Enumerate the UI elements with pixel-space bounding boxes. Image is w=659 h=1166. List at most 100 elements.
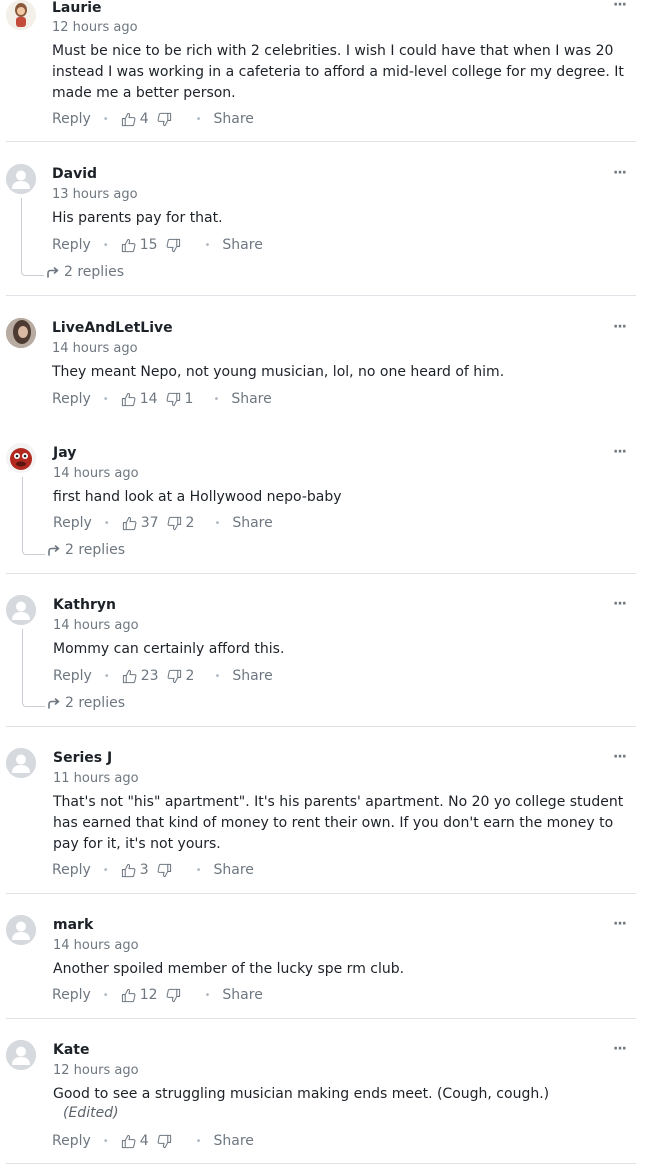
thumbs-down-icon: [167, 669, 181, 683]
thumbs-up-button[interactable]: 23: [122, 668, 167, 684]
separator-dot: •: [214, 517, 221, 529]
thread-line: [22, 477, 45, 555]
reply-button[interactable]: Reply: [52, 987, 91, 1003]
separator-dot: •: [102, 239, 109, 251]
thumbs-down-button[interactable]: [166, 988, 193, 1003]
default-user-icon: [6, 1040, 36, 1070]
separator-dot: •: [204, 239, 211, 251]
default-user-icon: [6, 595, 36, 625]
separator-dot: •: [204, 989, 211, 1001]
avatar[interactable]: [6, 748, 36, 778]
separator-dot: •: [102, 864, 109, 876]
comment-actions: Reply • 14 1 • Share: [52, 389, 272, 409]
reply-button[interactable]: Reply: [53, 515, 92, 531]
thumbs-up-button[interactable]: 3: [121, 862, 157, 878]
more-options-icon[interactable]: ···: [613, 596, 627, 612]
share-button[interactable]: Share: [232, 515, 272, 531]
share-button[interactable]: Share: [214, 111, 254, 127]
thumbs-up-button[interactable]: 14: [121, 391, 166, 407]
reply-button[interactable]: Reply: [52, 862, 91, 878]
reply-button[interactable]: Reply: [52, 237, 91, 253]
reply-button[interactable]: Reply: [52, 111, 91, 127]
default-user-icon: [6, 748, 36, 778]
view-replies-button[interactable]: 2 replies: [48, 695, 125, 711]
comment-author[interactable]: Jay: [53, 445, 76, 461]
comment-text: first hand look at a Hollywood nepo-baby: [53, 489, 342, 505]
comment-author[interactable]: mark: [53, 917, 93, 933]
more-options-icon[interactable]: ···: [613, 749, 627, 765]
share-button[interactable]: Share: [214, 862, 254, 878]
thumbs-down-button[interactable]: 1: [166, 391, 202, 407]
thumbs-down-icon: [166, 238, 180, 252]
thumbs-down-button[interactable]: [157, 112, 184, 127]
thumbs-up-button[interactable]: 12: [121, 987, 166, 1003]
reply-button[interactable]: Reply: [52, 391, 91, 407]
view-replies-button[interactable]: 2 replies: [47, 264, 124, 280]
comment-text: His parents pay for that.: [52, 210, 223, 226]
thumbs-up-button[interactable]: 37: [122, 515, 167, 531]
thumbs-up-icon: [121, 1134, 136, 1148]
separator-dot: •: [195, 864, 202, 876]
avatar-photo-icon: [6, 443, 36, 473]
separator-dot: •: [102, 113, 109, 125]
thumbs-up-icon: [121, 392, 136, 406]
comment-author[interactable]: Series J: [53, 750, 112, 766]
like-count: 37: [140, 515, 159, 531]
reply-button[interactable]: Reply: [52, 1133, 91, 1149]
avatar[interactable]: [6, 595, 36, 625]
thumbs-down-button[interactable]: [157, 1134, 184, 1149]
comment-author[interactable]: Laurie: [52, 0, 102, 16]
share-button[interactable]: Share: [231, 391, 271, 407]
dislike-count: 1: [184, 391, 194, 407]
comment-text: They meant Nepo, not young musician, lol…: [52, 364, 505, 380]
reply-button[interactable]: Reply: [53, 668, 92, 684]
avatar[interactable]: [6, 915, 36, 945]
like-count: 12: [139, 987, 158, 1003]
thumbs-down-button[interactable]: [157, 863, 184, 878]
comment-actions: Reply • 4 • Share: [52, 109, 254, 129]
like-count: 23: [140, 668, 159, 684]
comment-author[interactable]: Kathryn: [53, 597, 116, 613]
replies-count: 2 replies: [65, 695, 125, 711]
more-options-icon[interactable]: ···: [613, 319, 627, 335]
share-button[interactable]: Share: [222, 237, 262, 253]
thumbs-up-button[interactable]: 4: [121, 111, 157, 127]
comment-timestamp: 14 hours ago: [52, 341, 138, 356]
thumbs-up-button[interactable]: 4: [121, 1133, 157, 1149]
thumbs-down-button[interactable]: 2: [167, 515, 203, 531]
comment-text: Another spoiled member of the lucky spe …: [53, 961, 405, 977]
more-options-icon[interactable]: ···: [613, 0, 627, 13]
avatar[interactable]: [6, 1040, 36, 1070]
thumbs-up-button[interactable]: 15: [121, 237, 166, 253]
thumbs-down-button[interactable]: 2: [167, 668, 203, 684]
comment-divider: [6, 893, 636, 894]
thumbs-down-button[interactable]: [166, 238, 193, 253]
share-button[interactable]: Share: [232, 668, 272, 684]
thumbs-up-icon: [121, 863, 136, 877]
more-options-icon[interactable]: ···: [613, 165, 627, 181]
avatar[interactable]: [6, 0, 36, 30]
comment-author[interactable]: Kate: [53, 1042, 89, 1058]
avatar[interactable]: [6, 443, 36, 473]
comment-text: Must be nice to be rich with 2 celebriti…: [52, 43, 624, 101]
default-user-icon: [6, 164, 36, 194]
share-button[interactable]: Share: [222, 987, 262, 1003]
more-options-icon[interactable]: ···: [613, 1041, 627, 1057]
avatar[interactable]: [6, 318, 36, 348]
avatar[interactable]: [6, 164, 36, 194]
comment-author[interactable]: LiveAndLetLive: [52, 320, 173, 336]
comment-divider: [6, 1163, 636, 1164]
thumbs-up-icon: [121, 238, 136, 252]
thread-line: [22, 629, 45, 707]
separator-dot: •: [214, 670, 221, 682]
comment-author[interactable]: David: [52, 166, 97, 182]
separator-dot: •: [195, 113, 202, 125]
share-button[interactable]: Share: [214, 1133, 254, 1149]
view-replies-button[interactable]: 2 replies: [48, 542, 125, 558]
more-options-icon[interactable]: ···: [613, 916, 627, 932]
comment-divider: [6, 141, 636, 142]
reply-arrow-icon: [48, 697, 60, 709]
thumbs-down-icon: [167, 516, 181, 530]
thumbs-up-icon: [122, 669, 137, 683]
more-options-icon[interactable]: ···: [613, 444, 627, 460]
